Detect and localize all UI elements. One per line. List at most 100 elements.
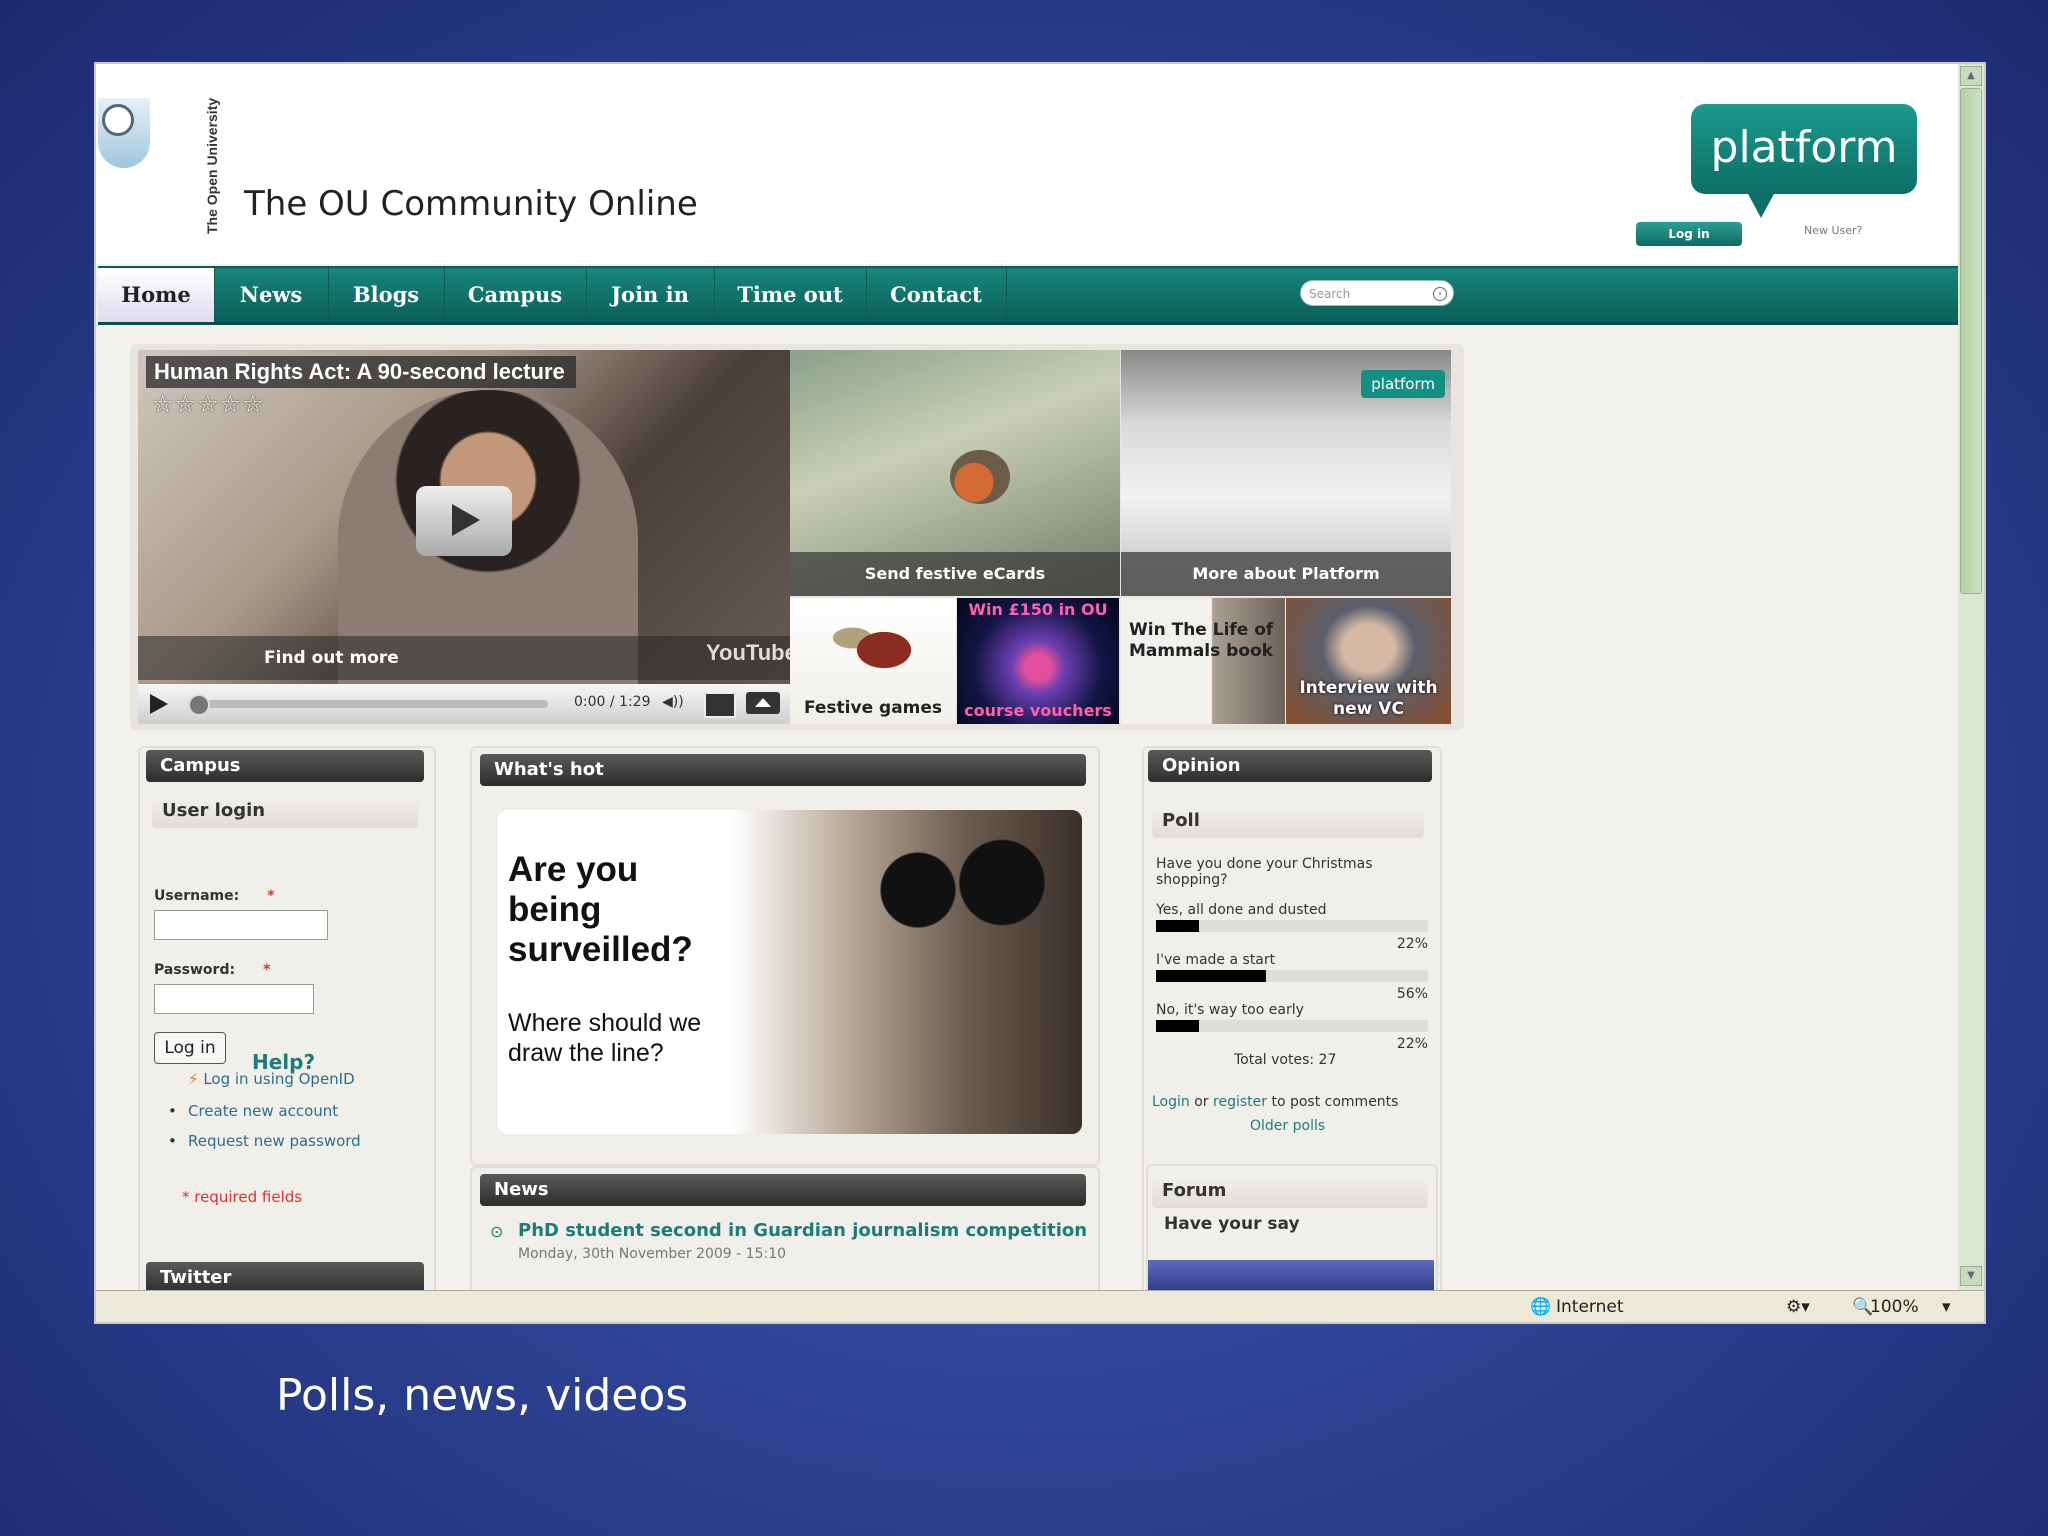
whats-hot-title: What's hot <box>480 754 1086 786</box>
scroll-down-icon[interactable]: ▼ <box>1960 1266 1982 1286</box>
player-controls: 0:00 / 1:29 ◀)) <box>138 684 790 724</box>
tile-win-top: Win £150 in OU <box>968 600 1108 619</box>
tile-win-bottom: course vouchers <box>964 701 1112 720</box>
request-password-link[interactable]: Request new password <box>168 1132 361 1150</box>
site-title: The OU Community Online <box>244 184 698 224</box>
campus-login-button[interactable]: Log in <box>154 1032 226 1064</box>
nav-home[interactable]: Home <box>98 268 215 322</box>
poll-total-votes: Total votes: 27 <box>1234 1052 1337 1068</box>
seek-bar[interactable] <box>188 700 548 708</box>
openid-link[interactable]: ⚡ Log in using OpenID <box>188 1070 355 1088</box>
user-login-title: User login <box>152 794 418 828</box>
poll-option-2: I've made a start <box>1156 952 1276 968</box>
feature-subline: Where should we draw the line? <box>508 1009 702 1067</box>
poll-title: Poll <box>1152 804 1424 838</box>
tile-win-vouchers[interactable]: Win £150 in OU course vouchers <box>957 598 1119 724</box>
tile-ecards-caption: Send festive eCards <box>790 552 1120 596</box>
news-item-title[interactable]: PhD student second in Guardian journalis… <box>518 1220 1087 1241</box>
find-out-more-link[interactable]: Find out more <box>138 636 790 680</box>
poll-option-3: No, it's way too early <box>1156 1002 1304 1018</box>
forum-image[interactable] <box>1148 1260 1434 1290</box>
search-placeholder: Search <box>1309 287 1351 301</box>
poll-bar-3 <box>1156 1020 1199 1032</box>
zoom-level[interactable]: 100% <box>1870 1297 1919 1317</box>
nav-blogs[interactable]: Blogs <box>328 268 445 322</box>
create-account-link[interactable]: Create new account <box>168 1102 338 1120</box>
play-icon[interactable] <box>416 486 512 556</box>
fullscreen-icon[interactable] <box>746 692 780 714</box>
tile-festive-caption: Festive games <box>803 698 943 718</box>
poll-percent-3: 22% <box>1396 1036 1428 1052</box>
username-field[interactable] <box>154 910 328 940</box>
nav-campus[interactable]: Campus <box>444 268 587 322</box>
browser-window: The Open University The OU Community Onl… <box>96 64 1984 1322</box>
platform-badge: platform <box>1361 370 1445 398</box>
header-login-button[interactable]: Log in <box>1636 222 1742 246</box>
globe-icon: 🌐 <box>1530 1297 1552 1317</box>
scroll-thumb[interactable] <box>1960 88 1982 594</box>
required-fields-note: * required fields <box>182 1188 303 1206</box>
scrollbar[interactable]: ▲ ▼ <box>1958 64 1984 1290</box>
password-label: Password: * <box>154 962 271 978</box>
video-title[interactable]: Human Rights Act: A 90-second lecture <box>146 356 576 388</box>
tile-ecards[interactable]: Send festive eCards <box>790 350 1120 596</box>
feature-headline: Are you being surveilled? <box>508 850 693 969</box>
ou-logo-ring <box>102 104 134 136</box>
tile-mammals-caption: Win The Life of Mammals book <box>1129 620 1274 661</box>
zone-label: Internet <box>1556 1297 1624 1317</box>
scroll-up-icon[interactable]: ▲ <box>1960 66 1982 86</box>
youtube-logo[interactable]: YouTube <box>706 640 790 666</box>
openid-icon: ⚡ <box>188 1070 199 1088</box>
play-button-icon[interactable] <box>150 694 168 714</box>
poll-login-link[interactable]: Login <box>1152 1094 1190 1110</box>
binoculars-image <box>858 830 1058 980</box>
poll-percent-2: 56% <box>1396 986 1428 1002</box>
search-input[interactable]: Search › <box>1300 280 1454 306</box>
poll-option-1: Yes, all done and dusted <box>1156 902 1327 918</box>
main-nav: Home News Blogs Campus Join in Time out … <box>98 266 1958 325</box>
screen-size-icon[interactable] <box>704 692 736 718</box>
sleigh-image <box>830 614 920 674</box>
nav-contact[interactable]: Contact <box>866 268 1007 322</box>
poll-login-line: Login or register to post comments <box>1152 1094 1399 1110</box>
poll-percent-1: 22% <box>1396 936 1428 952</box>
opinion-title: Opinion <box>1148 750 1432 782</box>
tile-platform[interactable]: platform More about Platform <box>1121 350 1451 596</box>
tile-mammals-book[interactable]: Win The Life of Mammals book <box>1121 598 1285 724</box>
older-polls-link[interactable]: Older polls <box>1250 1118 1325 1134</box>
news-item-date: Monday, 30th November 2009 - 15:10 <box>518 1246 787 1262</box>
ou-logo[interactable] <box>98 98 150 168</box>
volume-icon[interactable]: ◀)) <box>662 694 684 710</box>
poll-question: Have you done your Christmas shopping? <box>1156 856 1373 888</box>
tile-platform-caption: More about Platform <box>1121 552 1451 596</box>
zoom-dropdown-icon[interactable]: ▾ <box>1942 1297 1951 1317</box>
nav-join-in[interactable]: Join in <box>586 268 715 322</box>
video-time: 0:00 / 1:29 <box>574 694 651 710</box>
tile-festive-games[interactable]: Festive games <box>790 598 956 724</box>
nav-time-out[interactable]: Time out <box>714 268 867 322</box>
poll-bar-1 <box>1156 920 1199 932</box>
poll-bar-2 <box>1156 970 1266 982</box>
forum-title: Forum <box>1152 1174 1428 1208</box>
search-go-icon[interactable]: › <box>1433 287 1447 301</box>
news-title: News <box>480 1174 1086 1206</box>
surveillance-feature[interactable]: Are you being surveilled? Where should w… <box>498 810 1082 1134</box>
tile-vc-interview[interactable]: Interview with new VC <box>1286 598 1451 724</box>
seek-knob[interactable] <box>188 694 210 716</box>
poll-register-link[interactable]: register <box>1213 1094 1267 1110</box>
new-user-link[interactable]: New User? <box>1804 224 1862 237</box>
robin-image <box>950 450 1010 504</box>
protected-mode-icon[interactable]: ⚙▾ <box>1786 1297 1810 1317</box>
password-field[interactable] <box>154 984 314 1014</box>
platform-logo[interactable]: platform <box>1691 104 1917 218</box>
slide-caption: Polls, news, videos <box>276 1370 689 1421</box>
rating-stars-icon[interactable]: ☆☆☆☆☆ <box>152 390 265 418</box>
campus-title: Campus <box>146 750 424 782</box>
forum-subtitle: Have your say <box>1164 1214 1300 1234</box>
video-player[interactable]: Human Rights Act: A 90-second lecture ☆☆… <box>138 350 790 724</box>
campus-panel <box>138 746 436 1310</box>
nav-news[interactable]: News <box>214 268 329 322</box>
site-header: The Open University The OU Community Onl… <box>96 64 1958 264</box>
tile-vc-caption: Interview with new VC <box>1299 678 1438 719</box>
username-label: Username: * <box>154 888 275 904</box>
